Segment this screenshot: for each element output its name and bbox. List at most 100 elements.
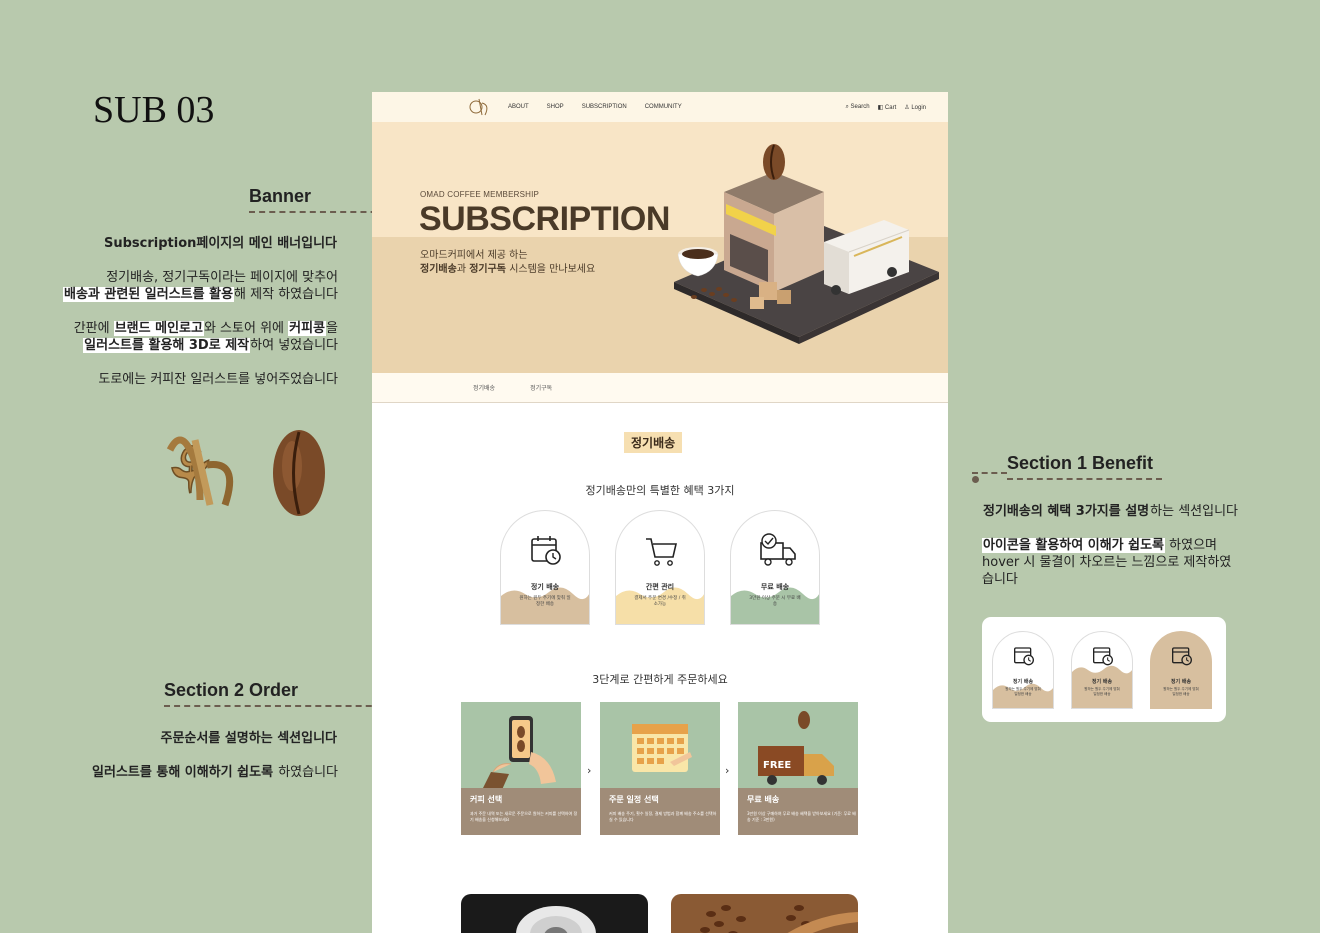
section2-subtitle: 3단계로 간편하게 주문하세요 [592,673,728,686]
section1-leader-line [972,472,1007,474]
banner-annotation-text: Subscription페이지의 메인 배너입니다 정기배송, 정기구독이라는 … [38,235,338,405]
section2-annotation-text: 주문순서를 설명하는 섹션입니다 일러스트를 통해 이해하기 쉽도록 하였습니다 [38,730,338,798]
section1-note-2: 하였으며 [1165,538,1218,553]
top-nav: ABOUT SHOP SUBSCRIPTION COMMUNITY ⌕ Sear… [372,92,948,122]
banner-note-3: 해 제작 하였습니다 [234,287,338,302]
cart-icon [646,538,678,566]
user-icon: ♙ [904,104,910,111]
section1-heading-text: Section 1 Benefit [1007,453,1154,473]
preview-card-title: 정기 배송 [1170,679,1192,685]
section2-annotation-heading: Section 2 Order [164,680,409,710]
coffee-bean-3d-icon [273,430,325,516]
calendar-schedule-illustration [632,724,692,772]
delivery-truck-icon [760,533,796,566]
step-desc: 3만원 이상 구매하여 무료 배송 혜택을 받아보세요 (기준: 무료 배송 기… [747,811,856,822]
section1-note-3: hover 시 물결이 차오르는 느낌으로 제작하였 [982,555,1232,570]
banner-note-7: 도로에는 커피잔 일러스트를 넣어주었습니다 [98,372,338,387]
calendar-clock-icon [1014,647,1034,666]
benefit-card-desc: 3만원 이상 주문 시 무료 배송 [749,596,801,607]
coffee-cup-photo [461,894,648,933]
banner-description: 오마드커피에서 제공 하는 정기배송과 정기구독 시스템을 만나보세요 [420,249,595,277]
step-title: 커피 선택 [470,795,503,804]
nav-shop[interactable]: SHOP [547,104,564,110]
banner-note-4b: 브랜드 메인로고 [113,321,204,336]
benefit-card-desc: 원하는 원두 주기에 맞춰 일정한 배송 [519,596,571,607]
banner-desc-mid: 과 [456,264,470,275]
banner-note-3-bold: 배송과 관련된 일러스트를 활용 [62,287,235,302]
brand-logo-3d-icon: ⚘ [155,429,234,514]
banner-note-6c: 하여 넣었습니다 [250,338,338,353]
benefit-card-desc: 결제서 주문 변경 /수정 / 취소가능 [634,596,686,607]
phone-coffee-illustration [481,716,556,792]
preview-card-desc: 원하는 원두 주기에 맞춰 일정한 배송 [1163,687,1199,696]
delivery-store-illustration [674,144,939,344]
banner-note-1: Subscription페이지의 메인 배너입니다 [103,236,337,251]
preview-card: 정기 배송 원하는 원두 주기에 맞춰 일정한 배송 [992,631,1054,709]
banner-note-2: 정기배송, 정기구독이라는 페이지에 맞추어 [106,270,338,285]
cart-icon: ◧ [877,104,884,111]
section1-note-2b: 아이콘을 활용하여 이해가 쉽도록 [982,538,1166,553]
section1-tag: 정기배송 [624,432,683,453]
free-label: FREE [763,760,791,771]
benefit-card[interactable]: 무료 배송 3만원 이상 주문 시 무료 배송 [730,510,820,625]
benefit-card[interactable]: 간편 관리 결제서 주문 변경 /수정 / 취소가능 [615,510,705,625]
chevron-right-icon: › [725,764,730,777]
section1-annotation-heading: Section 1 Benefit [972,453,1162,483]
section1-annotation-text: 정기배송의 혜택 3가지를 설명하는 섹션입니다 아이콘을 활용하여 이해가 쉽… [982,503,1252,605]
step-desc: 커피 배송 주기, 횟수 일정, 결제 방법과 함께 배송 주소를 선택하실 수… [609,811,717,822]
section1-note-1b: 정기배송의 혜택 3가지를 설명 [983,504,1150,519]
benefit-card-title: 정기 배송 [530,583,560,591]
nav-links: ABOUT SHOP SUBSCRIPTION COMMUNITY [508,104,682,110]
section1-subtitle: 정기배송만의 특별한 혜택 3가지 [585,484,735,497]
benefit-card-title: 무료 배송 [760,583,790,591]
section2-heading-text: Section 2 Order [164,680,299,700]
banner-title: SUBSCRIPTION [419,200,670,238]
banner-note-5b: 커피콩 [288,321,327,336]
step-desc: 과거 주문 내역 또는 새로운 주문으로 원하는 커피를 선택하여 정기 배송을… [470,811,578,822]
search-link[interactable]: ⌕ Search [846,104,870,111]
chevron-right-icon: › [587,764,592,777]
benefit-card[interactable]: 정기 배송 원하는 원두 주기에 맞춰 일정한 배송 [500,510,590,625]
subtab-subscription[interactable]: 정기구독 [530,383,552,392]
subscription-subtabs: 정기배송 정기구독 [372,373,948,403]
cart-label: Cart [884,104,897,111]
hero-banner: OMAD COFFEE MEMBERSHIP SUBSCRIPTION 오마드커… [372,122,948,373]
calendar-clock-icon [1172,647,1192,666]
coffee-beans-image [700,905,858,933]
coffee-beans-photo [671,894,858,933]
login-link[interactable]: ♙ Login [904,104,926,111]
preview-card-desc: 원하는 원두 주기에 맞춰 일정한 배송 [1005,687,1041,696]
section2-note-1: 주문순서를 설명하는 섹션입니다 [160,731,338,746]
banner-eyebrow: OMAD COFFEE MEMBERSHIP [420,190,540,199]
section1-note-1: 하는 섹션입니다 [1150,504,1239,519]
order-step-card: 주문 일정 선택 커피 배송 주기, 횟수 일정, 결제 방법과 함께 배송 주… [600,702,720,835]
order-step-card: 커피 선택 과거 주문 내역 또는 새로운 주문으로 원하는 커피를 선택하여 … [461,702,581,835]
nav-about[interactable]: ABOUT [508,104,529,110]
benefit-card-title: 간편 관리 [645,583,675,591]
banner-desc-end: 시스템을 만나보세요 [506,264,596,275]
banner-note-4c: 와 스토어 위에 [203,321,289,336]
subtab-regular-delivery[interactable]: 정기배송 [473,383,495,392]
banner-desc-bold2: 정기구독 [469,264,507,275]
preview-card: 정기 배송 원하는 원두 주기에 맞춰 일정한 배송 [1150,631,1212,709]
nav-utilities: ⌕ Search ◧ Cart ♙ Login [846,104,927,111]
free-delivery-truck-illustration: FREE [758,711,834,785]
order-step-card: FREE 무료 배송 3만원 이상 구매하여 무료 배송 혜택을 받아보세요 (… [738,702,858,835]
banner-note-5c: 을 [326,321,338,336]
section2-note-2: 하였습니다 [274,765,338,780]
banner-heading-text: Banner [249,186,312,206]
coffee-cup-image [516,906,596,933]
nav-community[interactable]: COMMUNITY [645,104,682,110]
website-mockup: ABOUT SHOP SUBSCRIPTION COMMUNITY ⌕ Sear… [372,92,948,933]
step-title: 무료 배송 [747,795,780,804]
preview-card: 정기 배송 원하는 원두 주기에 맞춰 일정한 배송 [1071,631,1133,709]
nav-subscription[interactable]: SUBSCRIPTION [582,104,627,110]
banner-desc-line1: 오마드커피에서 제공 하는 [420,250,528,261]
banner-note-4a: 간판에 [73,321,114,336]
step-title: 주문 일정 선택 [609,795,659,804]
section1-note-4: 습니다 [982,572,1018,587]
login-label: Login [911,104,926,111]
preview-card-title: 정기 배송 [1012,679,1034,685]
brand-logo-icon[interactable] [468,95,492,119]
cart-link[interactable]: ◧ Cart [878,104,897,111]
